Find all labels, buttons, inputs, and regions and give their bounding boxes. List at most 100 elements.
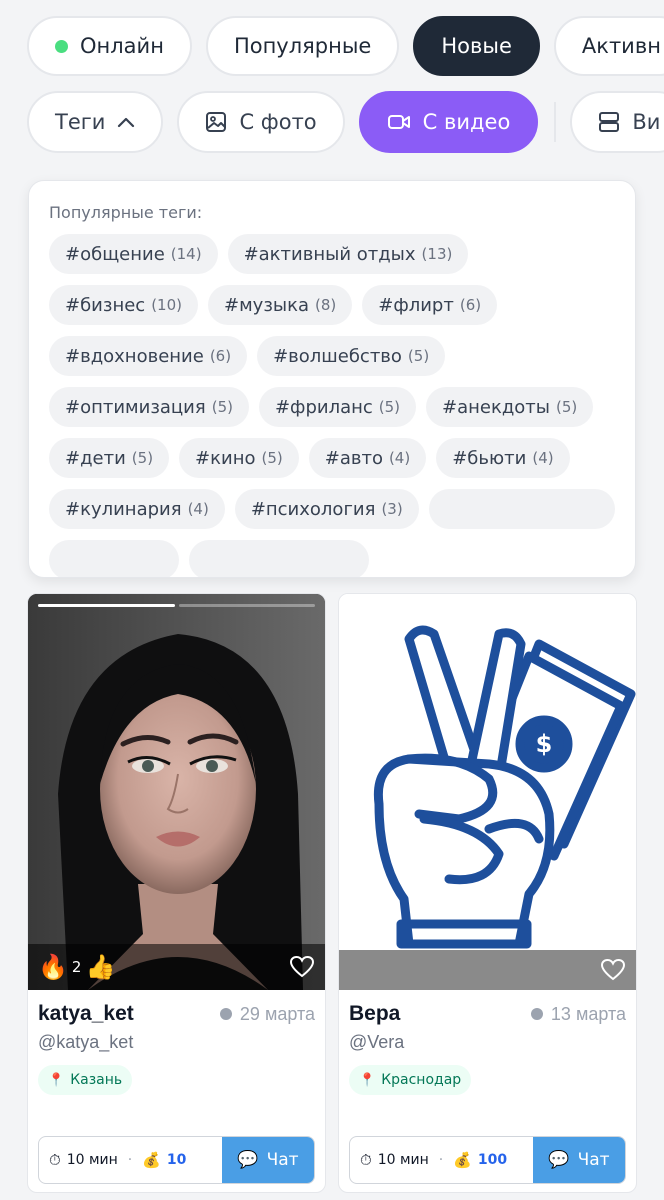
tag-chip[interactable]: #бизнес (10) xyxy=(49,285,198,325)
with-photo-button[interactable]: С фото xyxy=(177,91,345,153)
profile-card[interactable]: $ Вера 13 марта @Vera 📍 Краснодар ⏱ 10 м… xyxy=(338,593,637,1193)
view-mode-button[interactable]: Ви xyxy=(570,91,664,153)
tag-label: #дети xyxy=(65,447,126,469)
story-progress xyxy=(38,604,315,607)
tag-chip[interactable]: #общение (14) xyxy=(49,234,218,274)
tag-label: #активный отдых xyxy=(243,243,416,265)
offline-status-dot xyxy=(530,1008,543,1020)
filter-new-button[interactable]: Новые xyxy=(413,16,540,76)
tag-chip-partial[interactable] xyxy=(428,489,615,529)
tag-chip[interactable]: #активный отдых (13) xyxy=(227,234,469,274)
online-status-dot xyxy=(55,39,68,53)
profile-date-label: 13 марта xyxy=(550,1003,626,1024)
profile-card[interactable]: 🔥 2 👍 katya_ket 29 марта @katya_ket 📍 Ка… xyxy=(27,593,326,1193)
tag-chip[interactable]: #психология (3) xyxy=(234,489,419,529)
chat-button[interactable]: 💬 Чат xyxy=(222,1137,314,1183)
tag-label: #кулинария xyxy=(65,498,182,520)
popular-tags-title: Популярные теги: xyxy=(49,203,203,222)
filter-popular-button[interactable]: Популярные xyxy=(205,16,400,76)
tags-toggle-button[interactable]: Теги xyxy=(27,91,164,153)
tag-chip[interactable]: #волшебство (5) xyxy=(257,336,446,376)
stopwatch-icon: ⏱ xyxy=(360,1151,372,1169)
chevron-up-icon xyxy=(118,117,135,128)
location-label: Казань xyxy=(70,1072,123,1088)
tag-chip[interactable]: #дети (5) xyxy=(49,438,170,478)
profile-name[interactable]: Вера xyxy=(349,1002,400,1026)
peace-hand-money-illustration: $ xyxy=(373,625,636,949)
tag-chip[interactable]: #вдохновение (6) xyxy=(49,336,248,376)
with-video-label: С видео xyxy=(422,110,511,134)
with-video-button[interactable]: С видео xyxy=(358,91,539,153)
tag-label: #бизнес xyxy=(65,294,146,316)
tag-count: (6) xyxy=(459,296,482,314)
profile-handle: @Vera xyxy=(349,1032,405,1052)
tag-count: (6) xyxy=(209,347,232,365)
call-stats: ⏱ 10 мин · 💰 100 xyxy=(350,1137,533,1183)
video-camera-icon xyxy=(387,115,410,129)
location-badge: 📍 Краснодар xyxy=(349,1065,472,1095)
tag-chip[interactable]: #анекдоты (5) xyxy=(426,387,594,427)
card-info: Вера 13 марта @Vera 📍 Краснодар ⏱ 10 мин… xyxy=(339,990,636,1192)
tag-chip[interactable]: #флирт (6) xyxy=(362,285,498,325)
tag-label: #флирт xyxy=(378,294,454,316)
filter-divider xyxy=(554,102,557,142)
with-photo-label: С фото xyxy=(239,110,317,134)
popular-tags-panel: Популярные теги: #общение (14) #активный … xyxy=(28,180,636,578)
layout-rows-icon xyxy=(599,112,620,132)
stats-separator: · xyxy=(127,1152,133,1168)
tag-chip[interactable]: #кулинария (4) xyxy=(49,489,225,529)
tag-count: (4) xyxy=(388,449,411,467)
card-actions: ⏱ 10 мин · 💰 100 💬 Чат xyxy=(349,1136,626,1184)
money-bag-icon: 💰 xyxy=(453,1151,472,1169)
tag-count: (5) xyxy=(131,449,154,467)
story-progress-segment xyxy=(38,604,175,607)
filter-online-button[interactable]: Онлайн xyxy=(27,16,192,76)
stopwatch-icon: ⏱ xyxy=(49,1151,61,1169)
tag-chip-partial[interactable] xyxy=(49,540,179,577)
filter-popular-label: Популярные xyxy=(233,34,372,58)
tag-count: (5) xyxy=(261,449,283,467)
tag-chip[interactable]: #кино (5) xyxy=(179,438,299,478)
chat-button-label: Чат xyxy=(266,1150,299,1170)
card-actions: ⏱ 10 мин · 💰 10 💬 Чат xyxy=(38,1136,315,1184)
money-bag-icon: 💰 xyxy=(142,1151,161,1169)
tag-label: #общение xyxy=(65,243,165,265)
tag-chip[interactable]: #фриланс (5) xyxy=(258,387,417,427)
tag-label: #анекдоты xyxy=(442,396,550,418)
portrait-image xyxy=(28,594,325,990)
filter-online-label: Онлайн xyxy=(80,34,164,58)
profile-photo[interactable]: 🔥 2 👍 xyxy=(28,594,325,990)
tag-chip[interactable]: #оптимизация (5) xyxy=(49,387,249,427)
reactions[interactable]: 🔥 2 👍 xyxy=(38,953,115,981)
filter-active-button[interactable]: Активн xyxy=(553,16,664,76)
tag-label: #вдохновение xyxy=(65,345,204,367)
tag-label: #психология xyxy=(250,498,376,520)
chat-button[interactable]: 💬 Чат xyxy=(533,1137,625,1183)
content-filter-row: Теги С фото С видео Ви xyxy=(27,91,664,153)
filter-new-label: Новые xyxy=(441,34,512,58)
heart-icon[interactable] xyxy=(289,955,315,979)
reactions-count: 2 xyxy=(71,958,82,976)
pin-icon: 📍 xyxy=(359,1072,376,1088)
tag-label: #бьюти xyxy=(452,447,527,469)
profile-name[interactable]: katya_ket xyxy=(38,1002,134,1026)
image-icon xyxy=(206,112,227,132)
tag-chip[interactable]: #бьюти (4) xyxy=(436,438,570,478)
chat-button-label: Чат xyxy=(577,1150,610,1170)
tag-label: #музыка xyxy=(224,294,309,316)
duration-label: 10 мин xyxy=(377,1152,429,1168)
svg-text:$: $ xyxy=(536,730,553,758)
tag-chip[interactable]: #авто (4) xyxy=(308,438,427,478)
tag-chip-partial[interactable] xyxy=(189,540,369,577)
tag-chip[interactable]: #музыка (8) xyxy=(208,285,353,325)
call-stats: ⏱ 10 мин · 💰 10 xyxy=(39,1137,222,1183)
location-label: Краснодар xyxy=(381,1072,462,1088)
tag-count: (5) xyxy=(378,398,401,416)
coins-value: 10 xyxy=(166,1152,187,1168)
profile-photo[interactable]: $ xyxy=(339,594,636,990)
heart-icon[interactable] xyxy=(600,958,626,982)
fire-icon: 🔥 xyxy=(38,953,68,981)
tag-count: (8) xyxy=(315,296,337,314)
tag-count: (5) xyxy=(556,398,578,416)
tag-count: (13) xyxy=(421,245,453,263)
